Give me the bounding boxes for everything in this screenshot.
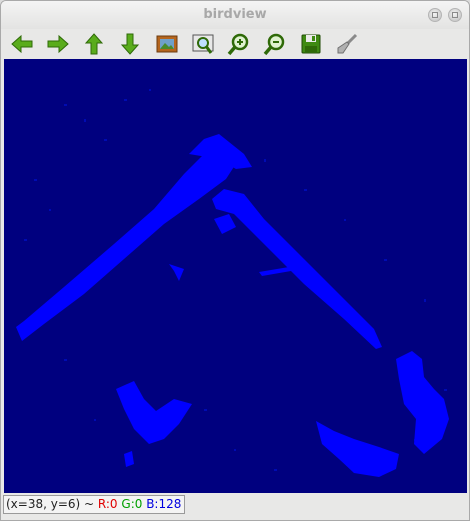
zoom-in-icon bbox=[227, 33, 249, 56]
close-icon bbox=[452, 12, 458, 18]
image-canvas[interactable] bbox=[4, 59, 467, 493]
zoom-fit-button[interactable] bbox=[155, 32, 179, 56]
green-value: G:0 bbox=[121, 497, 143, 511]
close-button[interactable] bbox=[448, 8, 462, 22]
blue-value: B:128 bbox=[146, 497, 182, 511]
properties-button[interactable] bbox=[335, 32, 359, 56]
birdview-image bbox=[4, 59, 467, 493]
status-bar: (x=38, y=6) ~ R:0 G:0 B:128 bbox=[3, 494, 467, 516]
arrow-up-icon bbox=[84, 33, 104, 55]
pixel-info: (x=38, y=6) ~ R:0 G:0 B:128 bbox=[3, 495, 185, 514]
minimize-icon bbox=[432, 12, 438, 18]
save-button[interactable] bbox=[299, 32, 323, 56]
coordinate-readout: (x=38, y=6) ~ bbox=[6, 497, 95, 511]
pan-up-button[interactable] bbox=[82, 32, 106, 56]
zoom-out-icon bbox=[263, 33, 285, 56]
brush-icon bbox=[337, 33, 358, 54]
minimize-button[interactable] bbox=[428, 8, 442, 22]
save-disk-icon bbox=[301, 34, 321, 54]
window-title: birdview bbox=[203, 7, 267, 22]
picture-frame-icon bbox=[156, 35, 178, 53]
toolbar bbox=[1, 29, 469, 59]
red-value: R:0 bbox=[97, 497, 118, 511]
titlebar[interactable]: birdview bbox=[1, 1, 469, 29]
arrow-down-icon bbox=[120, 33, 140, 55]
zoom-image-icon bbox=[192, 34, 214, 54]
arrow-right-icon bbox=[47, 34, 69, 54]
arrow-left-icon bbox=[11, 34, 33, 54]
zoom-out-button[interactable] bbox=[263, 32, 287, 56]
zoom-in-button[interactable] bbox=[227, 32, 251, 56]
zoom-region-button[interactable] bbox=[191, 32, 215, 56]
pan-down-button[interactable] bbox=[118, 32, 142, 56]
app-window: birdview (x=38, y=6) ~ R:0 G:0 B:128 bbox=[0, 0, 470, 521]
pan-left-button[interactable] bbox=[10, 32, 34, 56]
pan-right-button[interactable] bbox=[46, 32, 70, 56]
